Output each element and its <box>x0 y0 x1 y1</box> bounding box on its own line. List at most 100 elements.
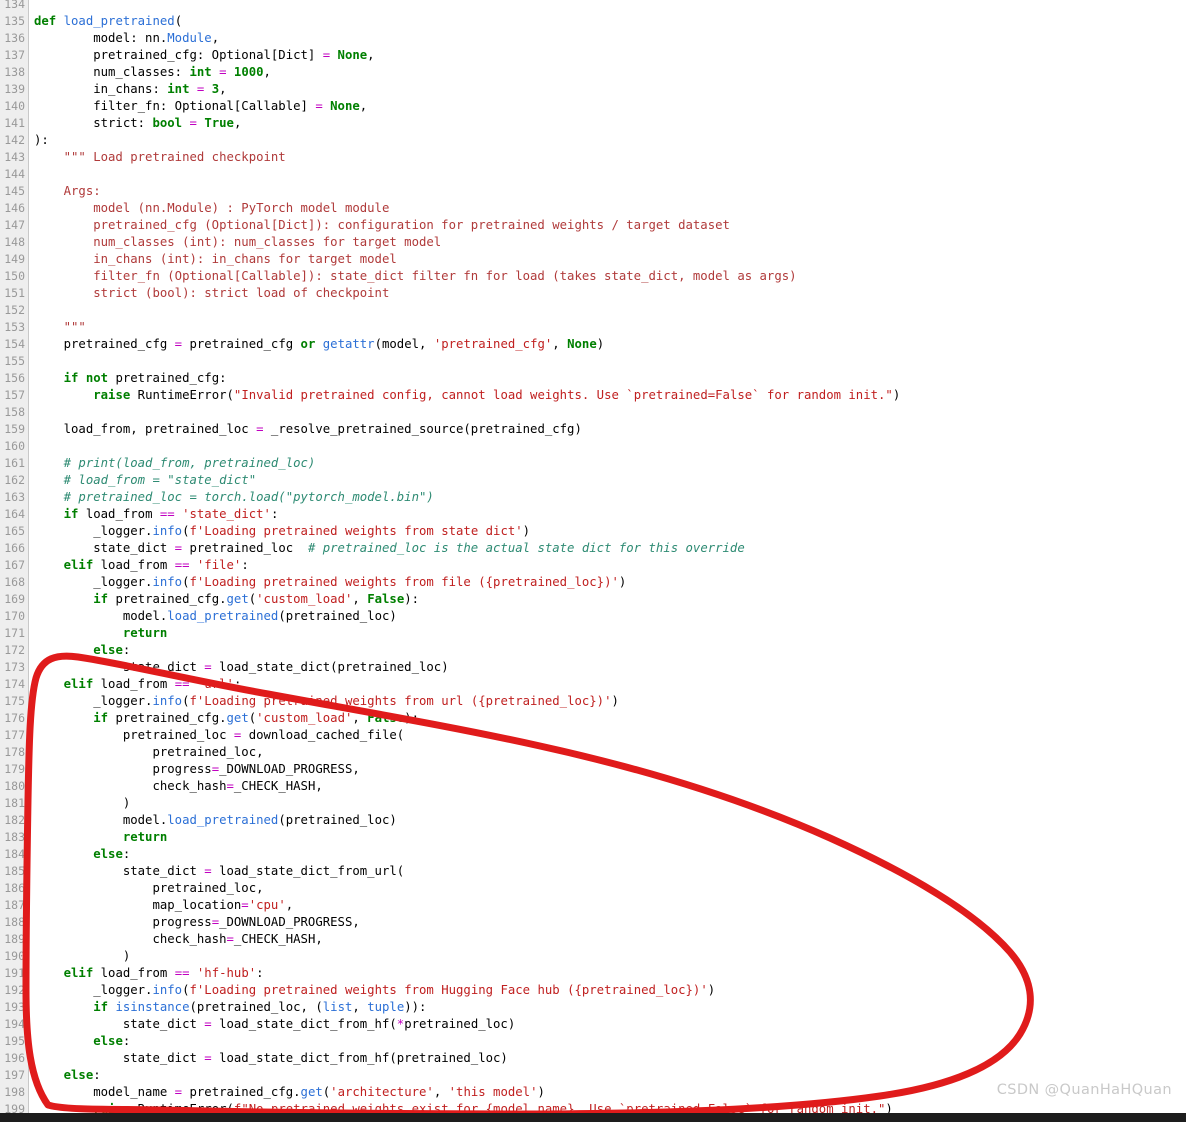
code-line[interactable]: # print(load_from, pretrained_loc) <box>34 455 316 472</box>
code-line[interactable]: ): <box>34 132 49 149</box>
code-token-cmt: # load_from = "state_dict" <box>34 473 257 487</box>
code-line[interactable]: ) <box>34 948 130 965</box>
code-line[interactable]: Args: <box>34 183 101 200</box>
code-line[interactable]: load_from, pretrained_loc = _resolve_pre… <box>34 421 582 438</box>
code-line[interactable]: else: <box>34 846 130 863</box>
code-line[interactable]: # load_from = "state_dict" <box>34 472 257 489</box>
code-line[interactable]: """ <box>34 319 86 336</box>
code-line[interactable]: state_dict = load_state_dict(pretrained_… <box>34 659 449 676</box>
code-line[interactable]: in_chans (int): in_chans for target mode… <box>34 251 397 268</box>
code-editor[interactable]: 134 135 136 137 138 139 140 141 142 143 144 145 146 1… <box>0 0 1186 1122</box>
code-line[interactable]: else: <box>34 1067 101 1084</box>
code-line[interactable]: """ Load pretrained checkpoint <box>34 149 286 166</box>
line-number: 173 <box>4 660 25 674</box>
code-line[interactable]: pretrained_loc, <box>34 744 263 761</box>
code-line[interactable]: _logger.info(f'Loading pretrained weight… <box>34 523 530 540</box>
code-line[interactable]: # pretrained_loc = torch.load("pytorch_m… <box>34 489 434 506</box>
code-token-doc: """ <box>34 320 86 334</box>
code-token-op: == <box>174 677 190 691</box>
code-line[interactable]: state_dict = pretrained_loc # pretrained… <box>34 540 745 557</box>
code-line[interactable]: pretrained_loc = download_cached_file( <box>34 727 404 744</box>
code-line[interactable]: pretrained_cfg = pretrained_cfg or getat… <box>34 336 605 353</box>
code-token-pl: pretrained_cfg <box>34 337 175 351</box>
code-line[interactable]: in_chans: int = 3, <box>34 81 226 98</box>
code-token-op: = <box>204 864 212 878</box>
code-line[interactable]: return <box>34 829 167 846</box>
code-line[interactable]: progress=_DOWNLOAD_PROGRESS, <box>34 914 359 931</box>
code-line[interactable]: pretrained_cfg (Optional[Dict]): configu… <box>34 217 730 234</box>
code-line[interactable]: if isinstance(pretrained_loc, (list, tup… <box>34 999 426 1016</box>
code-line[interactable]: map_location='cpu', <box>34 897 293 914</box>
code-token-k: else <box>63 1068 94 1082</box>
line-number: 184 <box>4 847 25 861</box>
code-content[interactable]: def load_pretrained( model: nn.Module, p… <box>34 0 1186 1122</box>
code-line[interactable]: model (nn.Module) : PyTorch model module <box>34 200 389 217</box>
code-line[interactable]: state_dict = load_state_dict_from_url( <box>34 863 404 880</box>
code-token-pl: state_dict <box>34 660 205 674</box>
code-token-str: f'Loading pretrained weights from url ({… <box>189 694 612 708</box>
code-line[interactable]: elif load_from == 'file': <box>34 557 249 574</box>
code-line[interactable]: raise RuntimeError("Invalid pretrained c… <box>34 387 900 404</box>
code-line[interactable]: model: nn.Module, <box>34 30 219 47</box>
code-token-k: else <box>93 643 123 657</box>
code-line[interactable]: strict: bool = True, <box>34 115 241 132</box>
code-line[interactable]: if load_from == 'state_dict': <box>34 506 279 523</box>
code-line[interactable]: ) <box>34 795 130 812</box>
code-line[interactable]: pretrained_cfg: Optional[Dict] = None, <box>34 47 374 64</box>
code-line[interactable]: num_classes: int = 1000, <box>34 64 271 81</box>
code-line[interactable]: filter_fn: Optional[Callable] = None, <box>34 98 367 115</box>
code-line[interactable]: _logger.info(f'Loading pretrained weight… <box>34 982 715 999</box>
code-token-num: None <box>337 48 368 62</box>
line-number: 177 <box>4 728 25 742</box>
code-line[interactable]: progress=_DOWNLOAD_PROGRESS, <box>34 761 359 778</box>
code-token-op: = <box>204 660 212 674</box>
code-token-k: return <box>122 830 168 844</box>
code-line[interactable]: state_dict = load_state_dict_from_hf(pre… <box>34 1050 508 1067</box>
code-line[interactable]: strict (bool): strict load of checkpoint <box>34 285 389 302</box>
code-line[interactable]: _logger.info(f'Loading pretrained weight… <box>34 574 626 591</box>
code-line[interactable]: pretrained_loc, <box>34 880 264 897</box>
code-token-pl: load_state_dict_from_hf(pretrained_loc) <box>211 1051 508 1065</box>
code-line[interactable]: if not pretrained_cfg: <box>34 370 227 387</box>
code-token-pl: map_location <box>34 898 242 912</box>
code-line[interactable]: model.load_pretrained(pretrained_loc) <box>34 608 397 625</box>
code-token-num: bool <box>152 116 183 130</box>
line-number: 174 <box>4 677 25 691</box>
code-token-k: def <box>34 14 64 28</box>
code-line[interactable]: else: <box>34 1033 130 1050</box>
line-number: 162 <box>4 473 25 487</box>
code-line[interactable]: return <box>34 625 167 642</box>
line-number: 149 <box>4 252 25 266</box>
line-number: 181 <box>4 796 25 810</box>
code-line[interactable]: model_name = pretrained_cfg.get('archite… <box>34 1084 545 1101</box>
code-token-pl: ) <box>611 694 619 708</box>
code-token-pl: ) <box>596 337 605 351</box>
code-line[interactable]: filter_fn (Optional[Callable]): state_di… <box>34 268 796 285</box>
code-line[interactable]: if pretrained_cfg.get('custom_load', Fal… <box>34 591 419 608</box>
code-token-pl: in_chans: <box>34 82 168 96</box>
code-token-fn: isinstance <box>115 1000 190 1014</box>
code-token-pl: , <box>285 898 294 912</box>
code-line[interactable]: check_hash=_CHECK_HASH, <box>34 931 322 948</box>
code-token-pl: pretrained_cfg. <box>182 1085 301 1099</box>
code-token-pl: state_dict <box>34 541 175 555</box>
code-line[interactable]: _logger.info(f'Loading pretrained weight… <box>34 693 619 710</box>
code-line[interactable]: else: <box>34 642 130 659</box>
code-line[interactable]: num_classes (int): num_classes for targe… <box>34 234 441 251</box>
code-line[interactable]: state_dict = load_state_dict_from_hf(*pr… <box>34 1016 515 1033</box>
code-token-fn: tuple <box>367 1000 405 1014</box>
code-line[interactable]: model.load_pretrained(pretrained_loc) <box>34 812 397 829</box>
line-number: 163 <box>4 490 25 504</box>
code-line[interactable]: check_hash=_CHECK_HASH, <box>34 778 322 795</box>
code-token-k: if not <box>63 371 109 385</box>
code-line[interactable]: def load_pretrained( <box>34 13 182 30</box>
code-line[interactable]: elif load_from == 'hf-hub': <box>34 965 264 982</box>
code-line[interactable]: if pretrained_cfg.get('custom_load', Fal… <box>34 710 419 727</box>
code-line[interactable]: elif load_from == 'url': <box>34 676 242 693</box>
code-token-pl: pretrained_loc, <box>34 881 264 895</box>
